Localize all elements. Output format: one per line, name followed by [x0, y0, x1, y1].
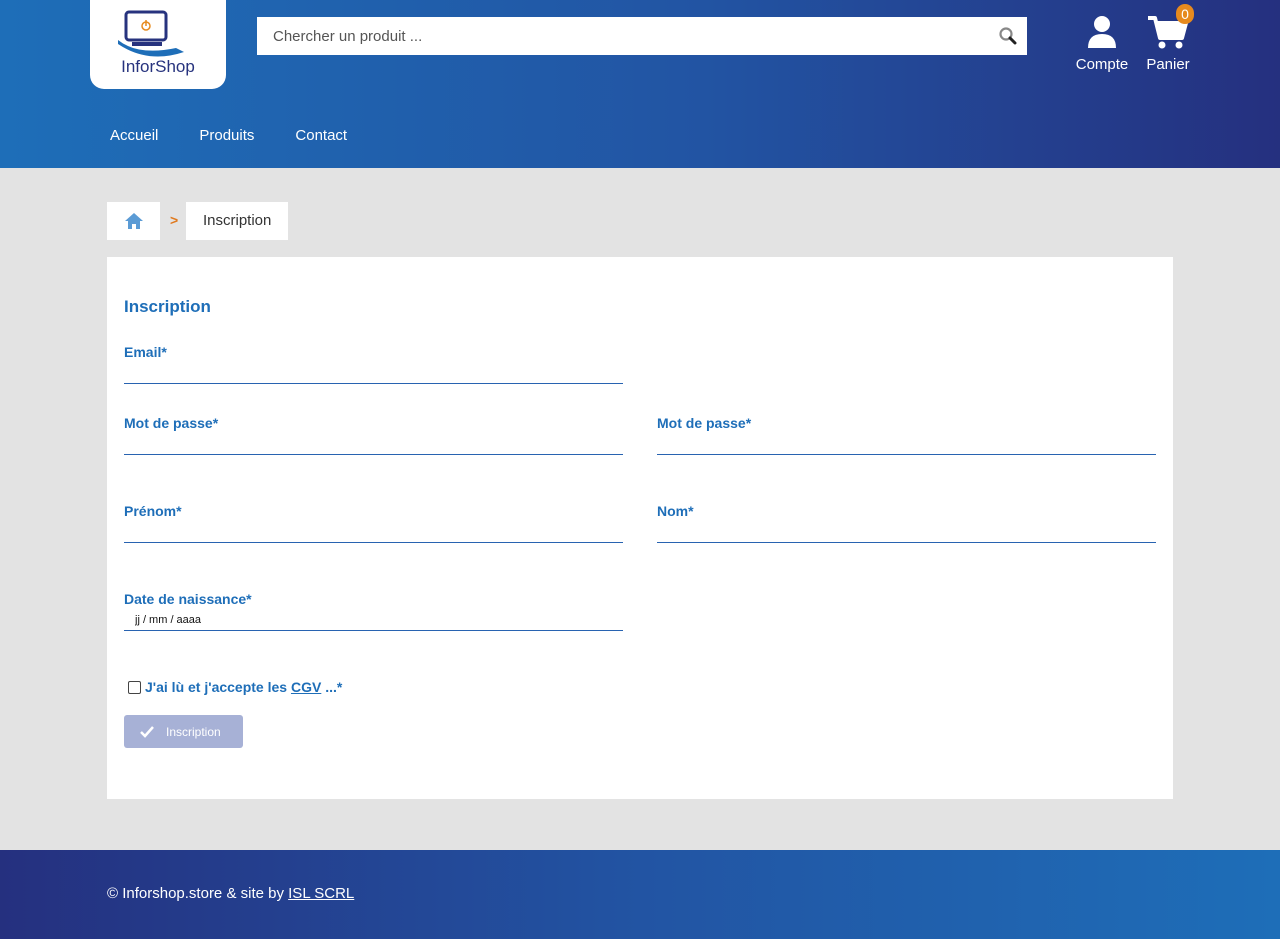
home-icon	[124, 213, 143, 229]
cgv-link[interactable]: CGV	[291, 679, 321, 695]
password-confirm-label: Mot de passe*	[657, 415, 752, 431]
search-bar	[257, 17, 1027, 55]
checkmark-icon	[140, 725, 154, 738]
search-icon[interactable]	[989, 17, 1027, 55]
search-input[interactable]	[257, 17, 989, 55]
cart-label: Panier	[1146, 56, 1190, 73]
footer-copyright: © Inforshop.store & site by	[107, 885, 289, 902]
nav-item-accueil[interactable]: Accueil	[110, 127, 158, 144]
cgv-text-before: J'ai lù et j'accepte les	[145, 679, 291, 695]
footer-credit-link[interactable]: ISL SCRL	[288, 885, 354, 902]
account-label: Compte	[1075, 56, 1129, 73]
firstname-field[interactable]	[124, 521, 623, 543]
nav-item-contact[interactable]: Contact	[295, 127, 347, 144]
registration-panel: Inscription Email* Mot de passe* Mot de …	[107, 257, 1173, 799]
password-confirm-field-group: Mot de passe*	[657, 415, 1156, 455]
lastname-label: Nom*	[657, 503, 694, 519]
main-nav: Accueil Produits Contact	[110, 127, 347, 144]
nav-item-produits[interactable]: Produits	[199, 127, 254, 144]
cgv-text-after: ...*	[321, 679, 343, 695]
logo-text: InforShop	[121, 57, 195, 76]
birthdate-field-group: Date de naissance*	[124, 591, 623, 631]
site-footer: © Inforshop.store & site by ISL SCRL	[0, 850, 1280, 939]
birthdate-field[interactable]	[124, 609, 623, 631]
lastname-field[interactable]	[657, 521, 1156, 543]
cgv-row: J'ai lù et j'accepte les CGV ...*	[128, 679, 342, 695]
password-field[interactable]	[124, 433, 623, 455]
lastname-field-group: Nom*	[657, 503, 1156, 543]
register-button-label: Inscription	[166, 724, 221, 739]
cgv-checkbox[interactable]	[128, 680, 141, 694]
user-icon	[1088, 16, 1116, 48]
firstname-label: Prénom*	[124, 503, 182, 519]
password-field-group: Mot de passe*	[124, 415, 623, 455]
email-label: Email*	[124, 344, 167, 360]
logo[interactable]: InforShop	[90, 0, 226, 89]
logo-computer-icon	[118, 10, 184, 57]
breadcrumb-current: Inscription	[186, 202, 289, 240]
breadcrumb-home[interactable]	[107, 202, 160, 240]
email-field-group: Email*	[124, 344, 623, 384]
email-field[interactable]	[124, 362, 623, 384]
cgv-label: J'ai lù et j'accepte les CGV ...*	[145, 679, 342, 695]
password-confirm-field[interactable]	[657, 433, 1156, 455]
breadcrumb-separator: >	[170, 212, 179, 228]
firstname-field-group: Prénom*	[124, 503, 623, 543]
birthdate-label: Date de naissance*	[124, 591, 252, 607]
footer-text: © Inforshop.store & site by ISL SCRL	[107, 885, 354, 902]
form-title: Inscription	[124, 297, 211, 316]
register-button[interactable]: Inscription	[124, 715, 243, 748]
site-header: InforShop Compte 0 Panier Accueil Produi…	[0, 0, 1280, 168]
cart-button[interactable]: 0 Panier	[1140, 4, 1196, 73]
cart-count-badge: 0	[1176, 4, 1194, 24]
account-button[interactable]: Compte	[1070, 14, 1134, 73]
password-label: Mot de passe*	[124, 415, 219, 431]
